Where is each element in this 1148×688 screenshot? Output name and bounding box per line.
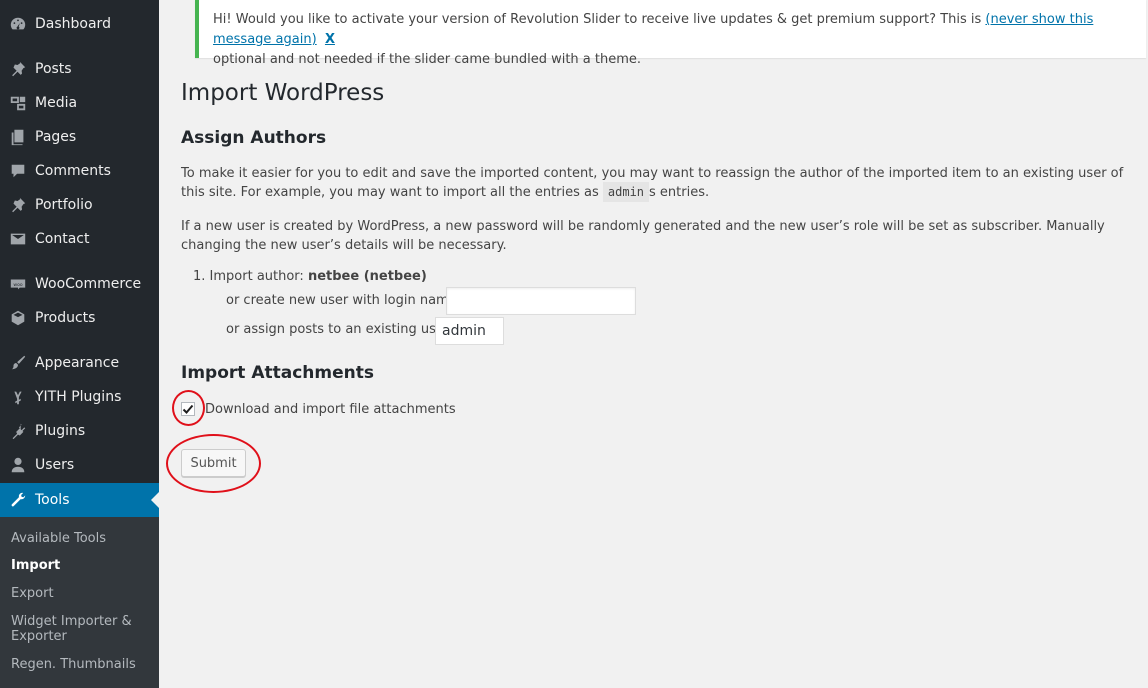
menu-label: Appearance xyxy=(35,355,120,371)
menu-portfolio[interactable]: Portfolio xyxy=(0,188,159,222)
notice-text: Hi! Would you like to activate your vers… xyxy=(213,10,1133,70)
dashboard-icon xyxy=(8,14,28,34)
menu-label: Plugins xyxy=(35,423,86,439)
menu-contact[interactable]: Contact xyxy=(0,222,159,256)
notice-text-part: Hi! Would you like to activate your vers… xyxy=(213,12,986,27)
menu-users[interactable]: Users xyxy=(0,448,159,482)
menu-yith-plugins[interactable]: YITH Plugins xyxy=(0,380,159,414)
menu-label: Media xyxy=(35,95,78,111)
brush-icon xyxy=(8,353,28,373)
active-menu-arrow xyxy=(151,492,159,508)
menu-media[interactable]: Media xyxy=(0,86,159,120)
import-attachments-heading: Import Attachments xyxy=(181,363,374,383)
pages-icon xyxy=(8,127,28,147)
page-title: Import WordPress xyxy=(181,80,385,106)
tools-submenu: Available Tools Import Export Widget Imp… xyxy=(0,517,159,688)
import-author-line: 1. Import author: netbee (netbee) xyxy=(193,269,427,284)
notice-close-button[interactable]: X xyxy=(325,32,335,47)
admin-sidebar: Dashboard Posts Media Pages Comments Por… xyxy=(0,0,159,688)
menu-label: YITH Plugins xyxy=(35,389,122,405)
plug-icon xyxy=(8,421,28,441)
yith-icon xyxy=(8,387,28,407)
menu-dashboard[interactable]: Dashboard xyxy=(0,7,159,41)
submenu-widget-importer[interactable]: Widget Importer & Exporter xyxy=(11,614,136,644)
author-prefix: 1. Import author: xyxy=(193,269,308,284)
menu-posts[interactable]: Posts xyxy=(0,52,159,86)
intro-paragraph: To make it easier for you to edit and sa… xyxy=(181,164,1131,202)
assign-authors-heading: Assign Authors xyxy=(181,128,327,148)
submenu-export[interactable]: Export xyxy=(11,586,151,601)
admin-code: admin xyxy=(602,182,650,202)
download-attachments-label[interactable]: Download and import file attachments xyxy=(205,402,456,417)
author-name: netbee (netbee) xyxy=(307,269,427,284)
media-icon xyxy=(8,93,28,113)
submenu-regen-thumbnails[interactable]: Regen. Thumbnails xyxy=(11,657,151,672)
mail-icon xyxy=(8,229,28,249)
user-icon xyxy=(8,455,28,475)
notice-text-part: optional and not needed if the slider ca… xyxy=(213,52,642,67)
wrench-icon xyxy=(8,490,28,510)
menu-woocommerce[interactable]: woo WooCommerce xyxy=(0,267,159,301)
revslider-notice: Hi! Would you like to activate your vers… xyxy=(195,0,1146,67)
box-icon xyxy=(8,308,28,328)
menu-label: Tools xyxy=(35,492,70,508)
menu-plugins[interactable]: Plugins xyxy=(0,414,159,448)
menu-label: Pages xyxy=(35,129,77,145)
menu-label: WooCommerce xyxy=(35,276,142,292)
menu-comments[interactable]: Comments xyxy=(0,154,159,188)
menu-label: Posts xyxy=(35,61,72,77)
menu-appearance[interactable]: Appearance xyxy=(0,346,159,380)
submenu-available-tools[interactable]: Available Tools xyxy=(11,531,151,546)
submenu-import[interactable]: Import xyxy=(11,558,151,573)
new-user-label: or create new user with login name: xyxy=(226,293,462,308)
menu-label: Users xyxy=(35,457,75,473)
menu-pages[interactable]: Pages xyxy=(0,120,159,154)
existing-user-select[interactable]: admin xyxy=(435,317,504,345)
checkbox-annotation-circle xyxy=(172,390,205,426)
menu-label: Dashboard xyxy=(35,16,111,32)
menu-products[interactable]: Products xyxy=(0,301,159,335)
submit-annotation-circle xyxy=(166,434,261,493)
assign-user-label: or assign posts to an existing user: xyxy=(226,322,454,337)
menu-label: Comments xyxy=(35,163,111,179)
menu-label: Portfolio xyxy=(35,197,93,213)
pin-icon xyxy=(8,195,28,215)
new-user-paragraph: If a new user is created by WordPress, a… xyxy=(181,219,1105,253)
new-user-login-input[interactable] xyxy=(446,287,636,315)
pin-icon xyxy=(8,59,28,79)
comment-icon xyxy=(8,161,28,181)
woo-icon: woo xyxy=(8,274,28,294)
menu-tools[interactable]: Tools xyxy=(0,483,159,517)
menu-label: Contact xyxy=(35,231,90,247)
svg-text:woo: woo xyxy=(13,283,22,288)
menu-label: Products xyxy=(35,310,96,326)
para-text: s entries. xyxy=(649,185,710,200)
